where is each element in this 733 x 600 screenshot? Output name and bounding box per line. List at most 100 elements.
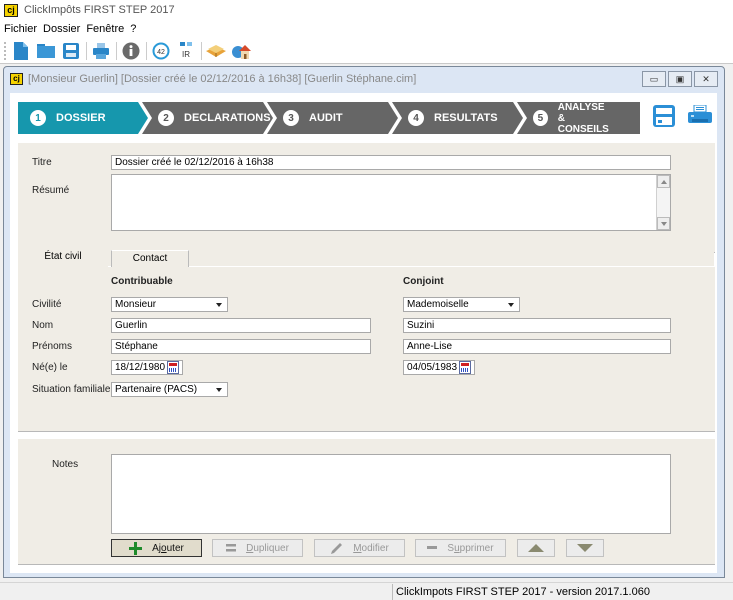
toolbar-separator	[86, 41, 87, 60]
form-42-icon: 42	[152, 42, 170, 59]
nom-label: Nom	[32, 320, 54, 331]
conjoint-civilite-select[interactable]: Mademoiselle	[403, 297, 520, 312]
step-label: DECLARATIONS	[184, 112, 271, 124]
step-dossier[interactable]: 1 DOSSIER	[30, 102, 106, 134]
dupliquer-button[interactable]: Dupliquer	[212, 539, 303, 557]
minimize-icon: ▭	[649, 73, 659, 84]
contribuable-prenoms-input[interactable]: Stéphane	[111, 339, 371, 354]
arrow-up-icon	[528, 544, 544, 552]
step-label: AUDIT	[309, 112, 343, 124]
menu-fichier[interactable]: Fichier	[4, 23, 37, 35]
guide-button[interactable]	[206, 41, 226, 61]
calendar-icon[interactable]	[167, 361, 179, 374]
situation-label: Situation familiale	[32, 384, 111, 395]
scroll-up-arrow[interactable]	[657, 175, 670, 188]
move-down-button[interactable]	[566, 539, 604, 557]
info-button[interactable]	[121, 41, 141, 61]
selected-value: Monsieur	[115, 299, 157, 310]
step-number: 3	[283, 110, 299, 126]
maximize-button[interactable]: ▣	[668, 71, 692, 87]
book-icon	[206, 44, 226, 57]
resume-label: Résumé	[32, 185, 70, 196]
step-label: DOSSIER	[56, 112, 106, 124]
print-icon	[93, 42, 109, 59]
info-icon	[122, 42, 140, 59]
close-button[interactable]: ✕	[694, 71, 718, 87]
civilite-label: Civilité	[32, 299, 62, 310]
toolbar-grip[interactable]	[4, 41, 7, 60]
ne-le-label: Né(e) le	[32, 362, 68, 373]
contribuable-civilite-select[interactable]: Monsieur	[111, 297, 228, 312]
window-controls: ▭ ▣ ✕	[640, 71, 718, 87]
notes-panel: Notes Ajouter Dupliquer Modifier Supprim…	[18, 439, 715, 565]
menu-fenetre[interactable]: Fenêtre	[86, 23, 124, 35]
contribuable-nom-input[interactable]: Guerlin	[111, 318, 371, 333]
minimize-button[interactable]: ▭	[642, 71, 666, 87]
step-number: 4	[408, 110, 424, 126]
scroll-down-arrow[interactable]	[657, 217, 670, 230]
step-label-line2: CONSEILS	[557, 123, 609, 135]
step-number: 5	[533, 110, 548, 126]
menu-dossier[interactable]: Dossier	[43, 23, 80, 35]
situation-familiale-select[interactable]: Partenaire (PACS)	[111, 382, 228, 397]
app-title: ClickImpôts FIRST STEP 2017	[24, 4, 175, 16]
contribuable-heading: Contribuable	[111, 276, 173, 287]
step-declarations[interactable]: 2 DECLARATIONS	[158, 102, 271, 134]
print-icon	[688, 104, 712, 123]
calendar-icon[interactable]	[459, 361, 471, 374]
dupliquer-label: Dupliquer	[246, 542, 289, 554]
ajouter-button[interactable]: Ajouter	[111, 539, 202, 557]
selected-value: Mademoiselle	[407, 299, 469, 310]
app-title-bar: cj ClickImpôts FIRST STEP 2017	[0, 0, 733, 20]
date-value: 04/05/1983	[407, 362, 458, 373]
header-panel: Titre Dossier créé le 02/12/2016 à 16h38…	[18, 143, 715, 253]
ir-button[interactable]: IR	[176, 41, 196, 61]
open-folder-icon	[37, 43, 55, 58]
save-toolbar-button[interactable]	[61, 41, 81, 61]
ajouter-label: Ajouter	[152, 542, 184, 554]
duplicate-icon	[226, 544, 237, 552]
step-resultats[interactable]: 4 RESULTATS	[408, 102, 498, 134]
titre-input[interactable]: Dossier créé le 02/12/2016 à 16h38	[111, 155, 671, 170]
tab-etat-civil[interactable]: État civil	[18, 248, 108, 267]
document-window-title: [Monsieur Guerlin] [Dossier créé le 02/1…	[28, 73, 417, 85]
print-dossier-button[interactable]	[688, 104, 712, 129]
tab-contact[interactable]: Contact	[111, 250, 189, 267]
conjoint-prenoms-input[interactable]: Anne-Lise	[403, 339, 671, 354]
minus-icon	[427, 546, 438, 550]
move-up-button[interactable]	[517, 539, 555, 557]
new-document-button[interactable]	[11, 41, 31, 61]
prenoms-label: Prénoms	[32, 341, 73, 352]
ir-icon: IR	[180, 41, 192, 59]
menu-help[interactable]: ?	[130, 23, 136, 35]
document-logo-icon: cj	[10, 73, 23, 85]
chevron-down-icon	[216, 388, 222, 392]
document-window-titlebar[interactable]: cj [Monsieur Guerlin] [Dossier créé le 0…	[4, 67, 724, 91]
open-folder-button[interactable]	[36, 41, 56, 61]
step-analyse-conseils[interactable]: 5 ANALYSE & CONSEILS	[533, 102, 610, 135]
chevron-down-icon	[508, 303, 514, 307]
tab-bar: État civil Contact	[18, 247, 714, 267]
menu-bar: Fichier Dossier Fenêtre ?	[0, 20, 733, 38]
resume-textarea[interactable]	[111, 174, 671, 231]
form-42-button[interactable]: 42	[151, 41, 171, 61]
conjoint-nom-input[interactable]: Suzini	[403, 318, 671, 333]
step-label-line1: ANALYSE &	[557, 101, 605, 124]
conjoint-heading: Conjoint	[403, 276, 444, 287]
toolbar-separator	[146, 41, 147, 60]
print-toolbar-button[interactable]	[91, 41, 111, 61]
supprimer-button[interactable]: Supprimer	[415, 539, 506, 557]
save-dossier-button[interactable]	[653, 105, 677, 129]
step-label: ANALYSE & CONSEILS	[558, 102, 610, 135]
plus-icon	[129, 541, 143, 555]
resume-scrollbar[interactable]	[656, 175, 670, 230]
home-button[interactable]	[231, 41, 251, 61]
arrow-down-icon	[577, 544, 593, 552]
modifier-button[interactable]: Modifier	[314, 539, 405, 557]
step-audit[interactable]: 3 AUDIT	[283, 102, 343, 134]
toolbar: 42 IR	[0, 38, 733, 64]
version-status: ClickImpots FIRST STEP 2017 - version 20…	[392, 584, 650, 600]
notes-textarea[interactable]	[111, 454, 671, 534]
app-logo-icon: cj	[4, 3, 18, 17]
status-bar: ClickImpots FIRST STEP 2017 - version 20…	[0, 582, 733, 600]
